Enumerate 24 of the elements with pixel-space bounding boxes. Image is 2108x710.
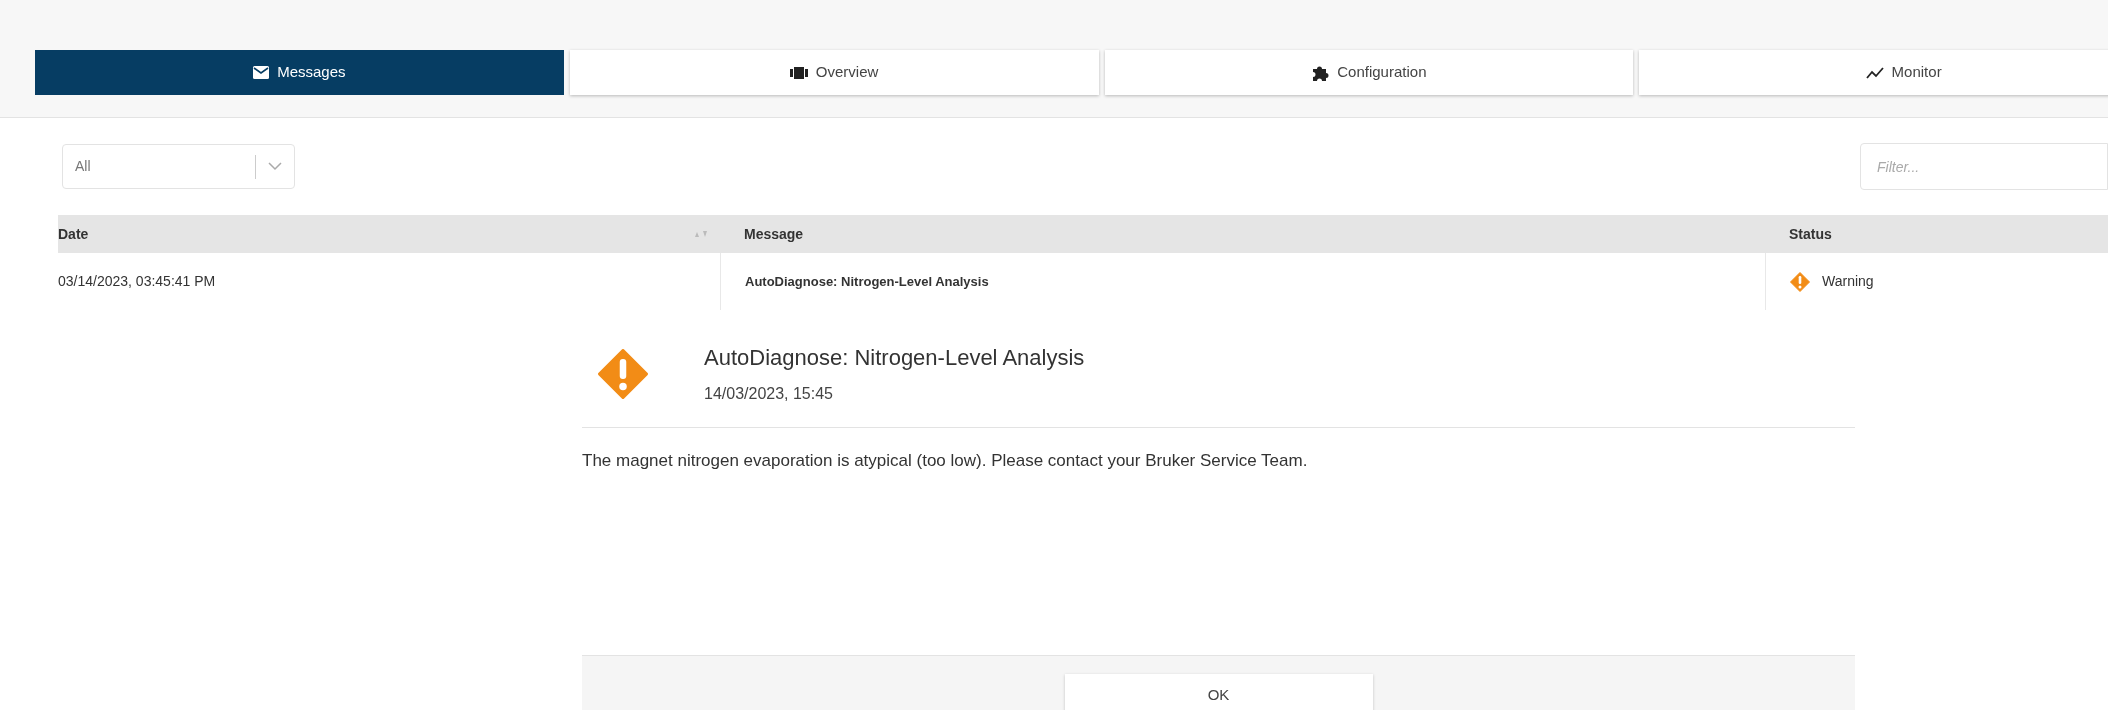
tab[interactable]: Messages: [35, 50, 564, 95]
warning-icon: [598, 348, 648, 399]
column-header[interactable]: Status: [1789, 223, 1832, 245]
type-dropdown[interactable]: All: [62, 144, 295, 189]
tab[interactable]: Configuration: [1104, 50, 1634, 95]
dialog-message: The magnet nitrogen evaporation is atypical (too low). Please contact your Bruker Service Team.: [582, 450, 1309, 472]
sort-icon[interactable]: [694, 230, 708, 238]
column-header[interactable]: Message: [744, 223, 804, 245]
dialog-date: 14/03/2023, 15:45: [704, 384, 834, 404]
table-cell-text: Warning: [1822, 272, 1874, 291]
tab[interactable]: Monitor: [1639, 50, 2108, 95]
ok-button[interactable]: OK: [1064, 674, 1373, 710]
tab[interactable]: Overview: [569, 50, 1099, 95]
dialog-title: AutoDiagnose: Nitrogen-Level Analysis: [704, 344, 1085, 372]
column-header[interactable]: Date: [58, 223, 89, 245]
film-icon: [789, 66, 808, 79]
line-chart-icon: [1865, 66, 1884, 79]
envelope-icon: [253, 66, 270, 79]
warning-icon: [1790, 271, 1810, 292]
filter-field[interactable]: Filter...: [1860, 143, 2108, 190]
chevron-down-icon: [268, 162, 282, 171]
dropdown-value: All: [74, 157, 92, 176]
table-cell: 03/14/2023, 03:45:41 PM: [58, 273, 216, 289]
table-cell-text: AutoDiagnose: Nitrogen-Level Analysis: [745, 272, 989, 291]
